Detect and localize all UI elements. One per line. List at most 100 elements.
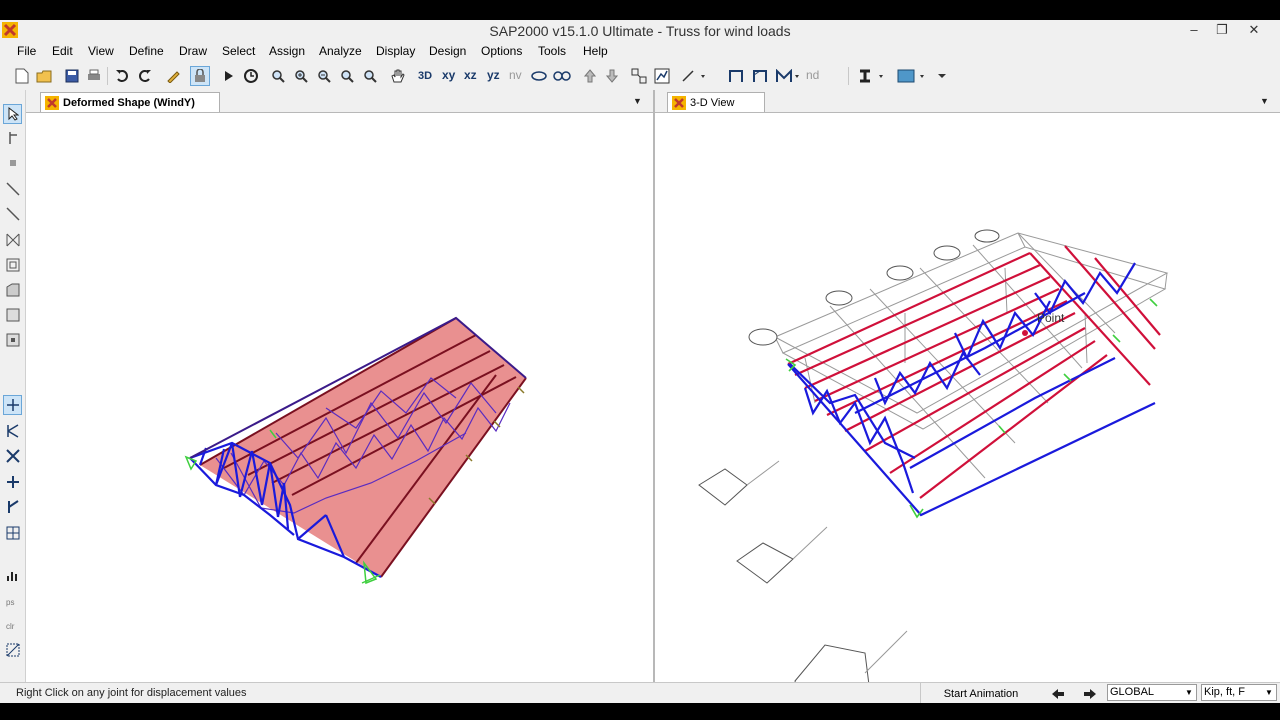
frame-section-icon[interactable] [726, 66, 746, 86]
status-separator [920, 683, 921, 703]
frame-release-icon[interactable] [750, 66, 770, 86]
units-select[interactable]: Kip, ft, F ▼ [1201, 684, 1277, 701]
3d-view-icon[interactable]: 3D [415, 66, 435, 86]
quick-draw-area-icon[interactable] [3, 330, 22, 350]
perspective-toggle-icon[interactable] [552, 66, 572, 86]
menu-assign[interactable]: Assign [269, 44, 305, 58]
snap-midpoint-icon[interactable] [3, 421, 22, 441]
nv-view-button[interactable]: nv [509, 68, 522, 82]
get-previous-selection-icon[interactable]: ps [3, 590, 22, 610]
quick-draw-frame-icon[interactable] [3, 204, 22, 224]
3d-view-window: 3-D View ▼ Point [655, 90, 1280, 682]
previous-arrow-icon[interactable] [1044, 684, 1072, 704]
move-down-icon[interactable] [602, 66, 622, 86]
main-toolbar: 3D xy xz yz nv nd [0, 62, 1280, 91]
rotate-3d-icon[interactable] [529, 66, 549, 86]
truss-dropdown-icon[interactable] [774, 66, 802, 86]
pointer-select-icon[interactable] [3, 104, 22, 124]
intersecting-line-select-icon[interactable] [3, 640, 22, 660]
snap-to-joints-icon[interactable] [3, 395, 22, 415]
menu-analyze[interactable]: Analyze [319, 44, 362, 58]
restore-button[interactable]: ❐ [1208, 20, 1236, 40]
start-animation-button[interactable]: Start Animation [930, 684, 1032, 704]
lock-model-icon[interactable] [190, 66, 210, 86]
tab-3d-view[interactable]: 3-D View [667, 92, 765, 112]
menu-define[interactable]: Define [129, 44, 164, 58]
run-analysis-icon[interactable] [219, 66, 239, 86]
pan-hand-icon[interactable] [388, 66, 408, 86]
select-all-icon[interactable] [3, 565, 22, 585]
draw-frame-dropdown-icon[interactable] [680, 66, 708, 86]
zoom-window-icon[interactable] [268, 66, 288, 86]
tab-deformed-shape[interactable]: Deformed Shape (WindY) [40, 92, 220, 112]
redo-icon[interactable] [135, 66, 155, 86]
zoom-in-icon[interactable] [291, 66, 311, 86]
snap-grid-icon[interactable] [3, 523, 22, 543]
open-folder-icon[interactable] [34, 66, 54, 86]
draw-rect-area-icon[interactable] [3, 305, 22, 325]
menu-tools[interactable]: Tools [538, 44, 566, 58]
undo-icon[interactable] [112, 66, 132, 86]
zoom-out-icon[interactable] [314, 66, 334, 86]
grid-bubble-lower-2 [736, 542, 794, 584]
draw-frame-icon[interactable] [3, 179, 22, 199]
new-model-icon[interactable] [12, 66, 32, 86]
status-bar: Right Click on any joint for displacemen… [0, 682, 1280, 703]
menu-bar: File Edit View Define Draw Select Assign… [0, 42, 1280, 62]
pencil-icon[interactable] [163, 66, 183, 86]
menu-select[interactable]: Select [222, 44, 255, 58]
zoom-full-icon[interactable] [337, 66, 357, 86]
move-up-icon[interactable] [580, 66, 600, 86]
reshaper-icon[interactable] [3, 128, 22, 148]
close-button[interactable]: ✕ [1240, 20, 1268, 40]
xy-view-button[interactable]: xy [442, 68, 455, 82]
refresh-view-icon[interactable] [241, 66, 261, 86]
draw-brace-icon[interactable] [3, 230, 22, 250]
print-icon[interactable] [84, 66, 104, 86]
nd-button[interactable]: nd [806, 68, 819, 82]
svg-text:clr: clr [6, 622, 15, 631]
chevron-down-icon: ▼ [1185, 688, 1193, 697]
clear-selection-icon[interactable]: clr [3, 614, 22, 634]
draw-joint-icon[interactable] [3, 153, 22, 173]
next-arrow-icon[interactable] [1076, 684, 1104, 704]
menu-help[interactable]: Help [583, 44, 608, 58]
display-color-dropdown-icon[interactable] [896, 66, 928, 86]
tab-label: Deformed Shape (WindY) [63, 96, 195, 109]
menu-file[interactable]: File [17, 44, 36, 58]
grid-bubble-c [825, 290, 853, 306]
deformed-shape-canvas[interactable] [26, 113, 653, 682]
show-undeformed-icon[interactable] [652, 66, 672, 86]
yz-view-button[interactable]: yz [487, 68, 500, 82]
menu-edit[interactable]: Edit [52, 44, 73, 58]
title-bar: SAP2000 v15.1.0 Ultimate - Truss for win… [0, 20, 1280, 42]
draw-poly-area-icon[interactable] [3, 280, 22, 300]
status-message: Right Click on any joint for displacemen… [16, 687, 247, 699]
menu-view[interactable]: View [88, 44, 114, 58]
minimize-button[interactable]: – [1180, 20, 1208, 40]
zoom-previous-icon[interactable] [360, 66, 380, 86]
panel-menu-chevron-icon[interactable]: ▼ [1260, 96, 1269, 106]
point-label: Point [1037, 311, 1065, 325]
left-tool-strip: ps clr [0, 90, 26, 682]
xz-view-button[interactable]: xz [464, 68, 477, 82]
sap2000-window-icon [45, 95, 59, 110]
draw-area-icon[interactable] [3, 255, 22, 275]
snap-perpendicular-icon[interactable] [3, 472, 22, 492]
snap-intersection-icon[interactable] [3, 446, 22, 466]
snap-lines-icon[interactable] [3, 497, 22, 517]
menu-draw[interactable]: Draw [179, 44, 207, 58]
panel-menu-chevron-icon[interactable]: ▼ [633, 96, 642, 106]
toolbar-overflow-icon[interactable] [932, 66, 952, 86]
menu-options[interactable]: Options [481, 44, 522, 58]
save-icon[interactable] [62, 66, 82, 86]
menu-display[interactable]: Display [376, 44, 415, 58]
set-display-options-icon[interactable] [629, 66, 649, 86]
section-designer-dropdown-icon[interactable] [856, 66, 886, 86]
sap2000-window-icon [672, 95, 686, 110]
coordinate-system-select[interactable]: GLOBAL ▼ [1107, 684, 1197, 701]
3d-view-canvas[interactable]: Point [655, 113, 1280, 682]
grid-bubble-d [886, 265, 914, 281]
grid-bubble-b [748, 328, 778, 346]
menu-design[interactable]: Design [429, 44, 466, 58]
